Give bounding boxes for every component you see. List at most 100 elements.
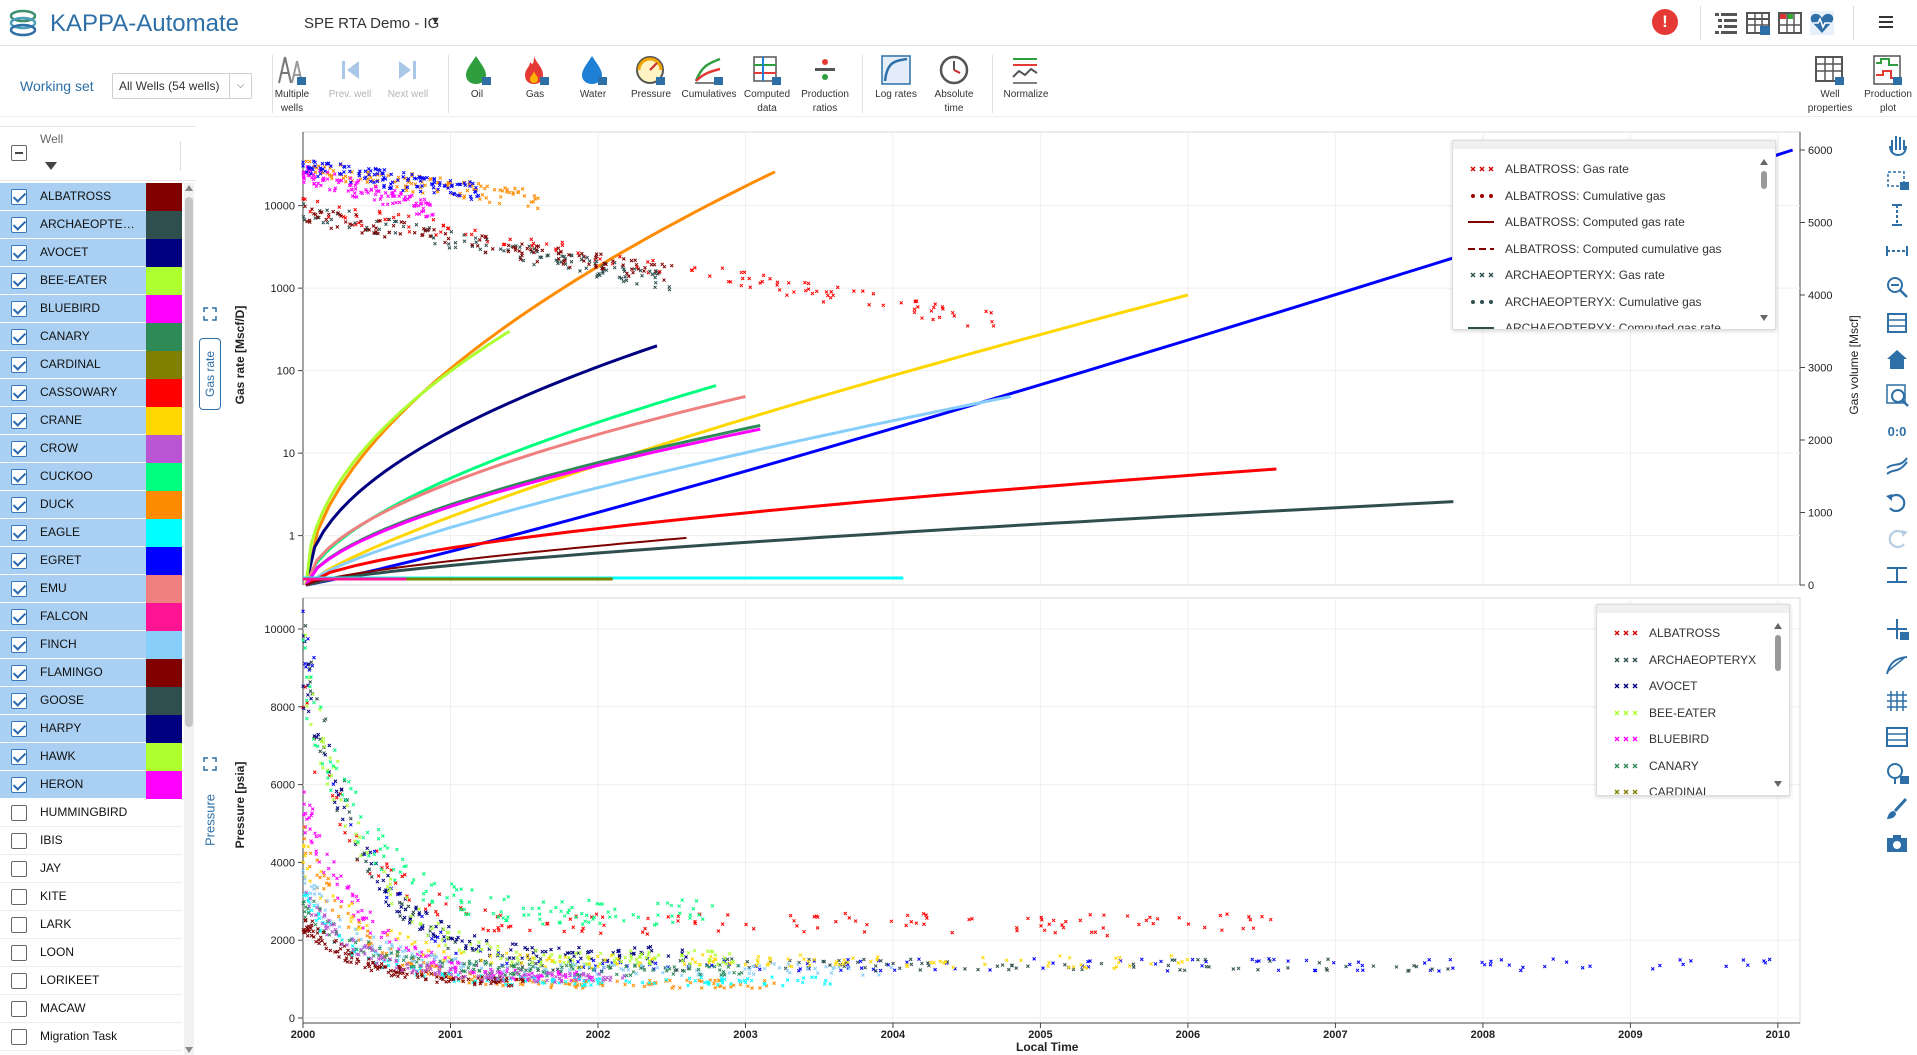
pressure-point bbox=[466, 977, 471, 982]
rate-point bbox=[386, 194, 391, 199]
rate-point bbox=[569, 259, 574, 264]
pressure-point bbox=[543, 949, 548, 954]
pressure-point bbox=[340, 817, 345, 822]
pressure-point bbox=[348, 822, 353, 827]
pressure-point bbox=[1151, 921, 1156, 926]
pressure-point bbox=[1053, 930, 1058, 935]
pressure-point bbox=[1580, 965, 1585, 970]
pressure-point bbox=[635, 960, 640, 965]
pressure-point bbox=[1437, 969, 1441, 973]
annotation-icon[interactable] bbox=[1884, 760, 1910, 786]
fit-all-icon[interactable] bbox=[1884, 310, 1910, 336]
pressure-point bbox=[591, 978, 596, 983]
pressure-point bbox=[564, 963, 569, 968]
vertical-zoom-icon[interactable] bbox=[1884, 202, 1910, 228]
pressure-point bbox=[417, 950, 422, 955]
pressure-point bbox=[368, 850, 373, 855]
pressure-point bbox=[577, 945, 581, 950]
pressure-point bbox=[628, 959, 632, 963]
pressure-point bbox=[337, 955, 341, 959]
scroll-up-icon[interactable] bbox=[1760, 159, 1768, 165]
pressure-point bbox=[676, 914, 681, 919]
legend-scrollbar[interactable] bbox=[1760, 159, 1768, 321]
rate-point bbox=[406, 225, 411, 229]
pressure-point bbox=[511, 956, 516, 960]
pressure-point bbox=[365, 933, 370, 938]
rate-point bbox=[434, 233, 438, 237]
pressure-legend[interactable]: ALBATROSS ARCHAEOPTERYX AVOCET BEE-EATER BLU… bbox=[1596, 604, 1790, 796]
legend-symbol bbox=[1468, 221, 1494, 223]
rate-point bbox=[775, 283, 779, 287]
pressure-point bbox=[810, 975, 814, 980]
scroll-up-icon[interactable] bbox=[1774, 623, 1782, 629]
grid-icon[interactable] bbox=[1884, 688, 1910, 714]
pressure-point bbox=[649, 948, 654, 953]
horizontal-zoom-icon[interactable] bbox=[1884, 238, 1910, 264]
pressure-point bbox=[1014, 925, 1019, 930]
pressure-point bbox=[908, 957, 913, 962]
scroll-down-icon[interactable] bbox=[1774, 781, 1782, 787]
table-view-icon[interactable] bbox=[1884, 724, 1910, 750]
rate-point bbox=[786, 280, 791, 285]
pressure-point bbox=[523, 945, 527, 950]
pressure-point bbox=[430, 964, 435, 968]
curves-icon[interactable] bbox=[1884, 454, 1910, 480]
pressure-point bbox=[786, 957, 790, 961]
slope-icon[interactable] bbox=[1884, 652, 1910, 678]
zoom-out-icon[interactable] bbox=[1884, 274, 1910, 300]
undo-icon[interactable] bbox=[1884, 490, 1910, 516]
rate-point bbox=[634, 262, 639, 267]
pressure-point bbox=[410, 942, 414, 946]
rate-point bbox=[492, 187, 497, 192]
box-zoom-icon[interactable] bbox=[1884, 166, 1910, 192]
rate-point bbox=[398, 231, 403, 236]
pressure-scatter bbox=[301, 638, 715, 927]
pressure-point bbox=[530, 964, 535, 969]
scroll-down-icon[interactable] bbox=[1760, 315, 1768, 321]
zero-icon[interactable]: 0:0 bbox=[1884, 418, 1910, 444]
rate-point bbox=[692, 265, 697, 270]
legend-symbol bbox=[1471, 193, 1493, 198]
rate-point bbox=[824, 290, 829, 294]
brush-icon[interactable] bbox=[1884, 796, 1910, 822]
pressure-point bbox=[524, 968, 528, 973]
pressure-point bbox=[586, 979, 591, 983]
pressure-point bbox=[858, 959, 863, 964]
crosshair-icon[interactable] bbox=[1884, 616, 1910, 642]
pressure-point bbox=[302, 909, 307, 914]
y-tick-label: 10 bbox=[283, 448, 295, 460]
pressure-point bbox=[339, 899, 344, 904]
pressure-point bbox=[325, 932, 329, 937]
align-icon[interactable] bbox=[1884, 562, 1910, 588]
pressure-point bbox=[598, 951, 603, 956]
camera-icon[interactable] bbox=[1884, 830, 1910, 856]
pressure-point bbox=[339, 904, 343, 909]
scrollbar-thumb[interactable] bbox=[1761, 171, 1767, 189]
pressure-point bbox=[1251, 926, 1256, 931]
pressure-point bbox=[424, 889, 429, 894]
scrollbar-thumb[interactable] bbox=[1775, 635, 1781, 671]
pressure-point bbox=[614, 972, 619, 977]
y-tick-label: 1 bbox=[289, 531, 295, 543]
legend-scrollbar[interactable] bbox=[1774, 623, 1782, 787]
home-icon[interactable] bbox=[1884, 346, 1910, 372]
pressure-point bbox=[1355, 968, 1360, 973]
zoom-area-icon[interactable] bbox=[1884, 382, 1910, 408]
pressure-point bbox=[444, 980, 448, 984]
rate-point bbox=[649, 262, 654, 267]
pressure-point bbox=[354, 894, 359, 899]
pressure-point bbox=[640, 980, 645, 985]
gas-legend[interactable]: ALBATROSS: Gas rate ALBATROSS: Cumulative… bbox=[1452, 140, 1776, 330]
redo-icon[interactable] bbox=[1884, 526, 1910, 552]
rate-point bbox=[621, 279, 626, 284]
pressure-point bbox=[500, 953, 505, 958]
rate-point bbox=[329, 217, 334, 222]
pressure-point bbox=[1658, 963, 1662, 968]
pan-hand-icon[interactable] bbox=[1884, 130, 1910, 156]
pressure-point bbox=[429, 950, 434, 955]
pressure-point bbox=[333, 950, 337, 954]
pressure-point bbox=[549, 947, 553, 952]
pressure-point bbox=[1131, 965, 1136, 969]
rate-point bbox=[409, 181, 414, 186]
pressure-point bbox=[438, 930, 443, 935]
